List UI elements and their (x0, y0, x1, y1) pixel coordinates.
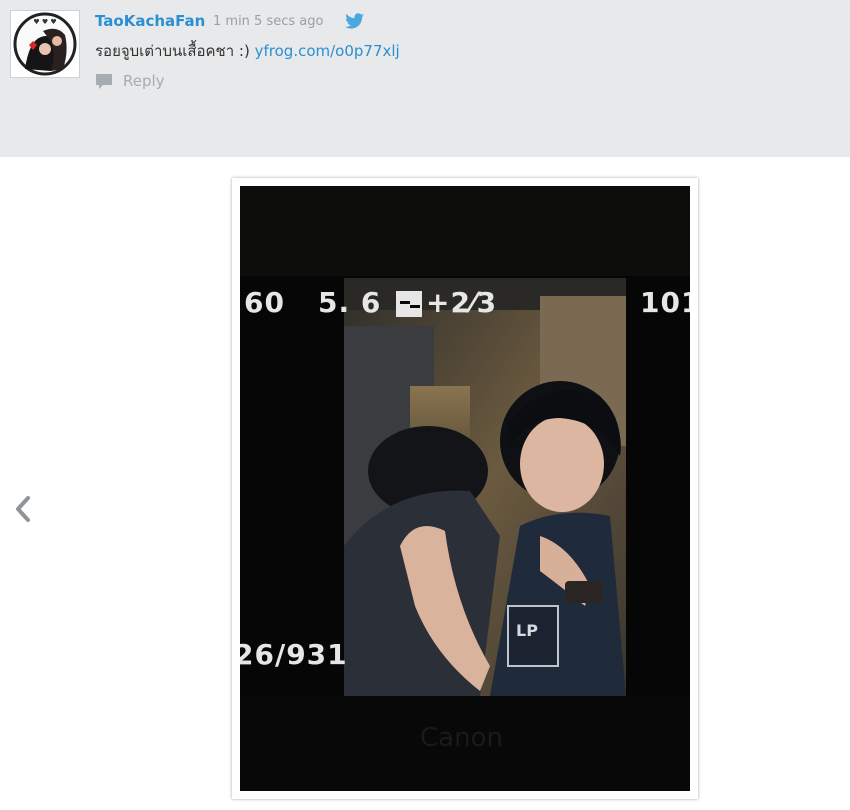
photo[interactable]: LP Canon 60 5. 6 +2⁄3 101 26/931 (240, 186, 690, 791)
twitter-bird-icon (345, 13, 365, 33)
tweet-message: รอยจูบเต่าบนเสื้อคชา :) (95, 42, 250, 60)
lcd-iso: 101 (640, 286, 690, 319)
lcd-exposure: +2⁄3 (426, 286, 498, 319)
lcd-aperture: 5. 6 (318, 286, 382, 319)
speech-bubble-icon (96, 73, 112, 89)
svg-text:♥ ♥ ♥: ♥ ♥ ♥ (33, 18, 56, 26)
prev-button[interactable] (12, 494, 34, 528)
photo-image: LP Canon (240, 186, 690, 791)
lcd-counter: 26/931 (240, 638, 348, 671)
photo-frame[interactable]: LP Canon 60 5. 6 +2⁄3 101 26/931 (232, 178, 698, 799)
tweet-panel: ♥ ♥ ♥ TaoKachaFan 1 min 5 secs ago รอยจู… (0, 0, 850, 157)
reply-label: Reply (123, 72, 165, 90)
chevron-left-icon (16, 496, 30, 522)
avatar[interactable]: ♥ ♥ ♥ (10, 10, 80, 78)
reply-button[interactable]: Reply (95, 71, 165, 91)
tweet-text: รอยจูบเต่าบนเสื้อคชา :) yfrog.com/o0p77x… (95, 39, 400, 63)
username-link[interactable]: TaoKachaFan (95, 12, 205, 30)
exposure-comp-icon (396, 291, 422, 317)
svg-text:LP: LP (516, 621, 538, 640)
tweet-link[interactable]: yfrog.com/o0p77xlj (255, 42, 400, 60)
svg-text:Canon: Canon (420, 723, 503, 753)
lcd-shutter: 60 (244, 286, 285, 319)
timestamp[interactable]: 1 min 5 secs ago (213, 14, 323, 29)
